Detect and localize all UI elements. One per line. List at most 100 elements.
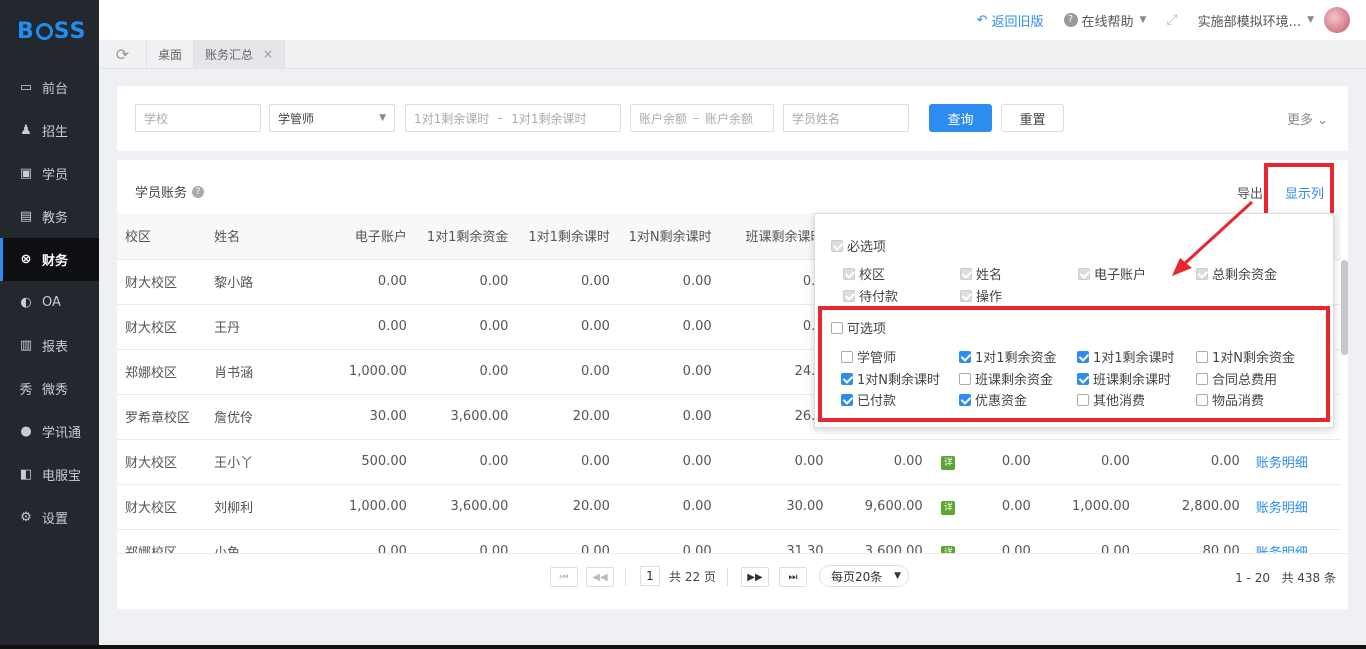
table-row[interactable]: 财大校区 刘柳利 1,000.00 3,600.00 20.00 0.00 30.00 9,6…: [117, 484, 1341, 530]
cell-badge: 详: [930, 484, 967, 530]
annotation-arrow: [1172, 200, 1254, 276]
sidebar-item-settings[interactable]: ⚙ 设置: [0, 496, 99, 539]
page-size-select[interactable]: 每页20条 ▼: [819, 565, 909, 587]
cell-campus: 罗希章校区: [117, 394, 207, 440]
table-row[interactable]: 财大校区 王小丫 500.00 0.00 0.00 0.00 0.00 0.00 详 0.00 0.…: [117, 439, 1341, 485]
first-page-button[interactable]: ⏮: [550, 567, 578, 587]
cell-o2o-hours: 0.00: [516, 304, 618, 350]
fullscreen-button[interactable]: ⤢: [1166, 12, 1177, 28]
cell-o2n-hours: 0.00: [617, 484, 720, 530]
refresh-icon[interactable]: ⟳: [99, 40, 147, 68]
col-o2o-funds[interactable]: 1对1剩余资金: [414, 213, 517, 260]
cell-o2o-funds: 0.00: [414, 439, 517, 485]
cell-ewallet: 500.00: [292, 439, 415, 485]
sidebar-item-frontdesk[interactable]: ▭ 前台: [0, 66, 99, 109]
col-campus[interactable]: 校区: [117, 213, 207, 260]
cell-ewallet: 1,000.00: [292, 349, 415, 395]
sidebar-item-recruit[interactable]: ♟ 招生: [0, 109, 99, 152]
cell-name: 肖书涵: [206, 349, 293, 395]
col-o2o-hours[interactable]: 1对1剩余课时: [516, 213, 618, 260]
cell-campus: 财大校区: [117, 259, 207, 305]
school-input[interactable]: 学校: [135, 104, 261, 132]
cell-c10: 0.00: [966, 484, 1039, 530]
student-name-input[interactable]: 学员姓名: [783, 104, 909, 132]
prev-page-icon: ◀◀: [592, 571, 608, 583]
detail-badge-icon[interactable]: 详: [941, 500, 956, 515]
avatar[interactable]: [1324, 7, 1350, 33]
oa-icon: ◐: [20, 295, 32, 310]
cell-o2o-funds: 0.00: [414, 349, 517, 395]
sidebar-item-xuexuntong[interactable]: ● 学讯通: [0, 410, 99, 453]
account-detail-link[interactable]: 账务明细: [1256, 456, 1308, 471]
next-page-button[interactable]: ▶▶: [741, 567, 769, 587]
user-menu[interactable]: 实施部模拟环境... ▼: [1198, 7, 1350, 33]
sidebar-item-finance[interactable]: ⊗ 财务: [0, 238, 99, 281]
cell-c8: 9,600.00: [831, 484, 931, 530]
cell-o2n-hours: 0.00: [617, 304, 720, 350]
tab-desktop[interactable]: 桌面: [147, 40, 195, 68]
cell-o2n-hours: 0.00: [617, 439, 720, 485]
sidebar-item-academic[interactable]: ▤ 教务: [0, 195, 99, 238]
panel-title: 学员账务?: [135, 182, 205, 201]
sidebar-item-weixiu[interactable]: 秀微秀: [0, 367, 99, 410]
col-name[interactable]: 姓名: [206, 213, 293, 260]
cell-detail: 账务明细: [1247, 484, 1341, 530]
tab-account-summary[interactable]: 账务汇总 ×: [194, 40, 286, 68]
last-page-button[interactable]: ⏭: [779, 567, 807, 587]
cell-o2n-hours: 0.00: [617, 394, 720, 440]
help-icon[interactable]: ?: [192, 185, 205, 198]
prev-page-button[interactable]: ◀◀: [586, 567, 614, 587]
gear-icon: ⚙: [20, 510, 32, 525]
query-button[interactable]: 查询: [929, 104, 992, 132]
weixiu-icon: 秀: [19, 383, 33, 398]
cell-ewallet: 1,000.00: [292, 484, 415, 530]
sidebar-item-reports[interactable]: ▥ 报表: [0, 324, 99, 367]
checkbox: [843, 268, 855, 280]
cell-c10: 0.00: [966, 439, 1039, 485]
back-old-version-link[interactable]: ↶ 返回旧版: [977, 11, 1044, 30]
required-column-option: 电子账户: [1078, 264, 1146, 283]
cell-c8: 0.00: [831, 439, 931, 485]
cell-name: 王丹: [206, 304, 293, 350]
cell-c11: 1,000.00: [1038, 484, 1138, 530]
manager-select[interactable]: 学管师 ▼: [269, 104, 395, 132]
close-icon[interactable]: ×: [263, 47, 273, 61]
cell-campus: 郑娜校区: [117, 349, 207, 395]
recruit-icon: ♟: [20, 123, 32, 138]
chevron-down-icon: ▼: [894, 571, 901, 581]
cell-class-hours: 0.00: [719, 439, 832, 485]
vertical-scrollbar[interactable]: [1341, 260, 1348, 355]
required-column-option: 待付款: [843, 286, 898, 305]
reset-button[interactable]: 重置: [1001, 104, 1064, 132]
sidebar-item-oa[interactable]: ◐ OA: [0, 281, 99, 324]
detail-badge-icon[interactable]: 详: [941, 455, 956, 470]
pagination: ⏮ ◀◀ 1 共 22 页 ▶▶ ⏭ 每页20条 ▼ 1 - 20 共 438 条: [117, 553, 1348, 609]
cell-badge: 详: [930, 439, 967, 485]
cell-campus: 财大校区: [117, 484, 207, 530]
checkbox: [960, 268, 972, 280]
one2one-hours-range[interactable]: 1对1剩余课时 – 1对1剩余课时: [405, 104, 621, 132]
online-help-menu[interactable]: ? 在线帮助 ▼: [1063, 11, 1147, 30]
help-icon: ?: [1063, 13, 1078, 27]
cell-name: 刘柳利: [206, 484, 293, 530]
sidebar-item-student[interactable]: ▣ 学员: [0, 152, 99, 195]
cell-ewallet: 0.00: [292, 304, 415, 350]
chevron-down-icon: ▼: [1139, 15, 1147, 25]
cell-o2o-hours: 0.00: [516, 349, 618, 395]
balance-range[interactable]: 账户余额 – 账户余额: [630, 104, 774, 132]
cell-o2n-hours: 0.00: [617, 259, 720, 305]
account-detail-link[interactable]: 账务明细: [1256, 501, 1308, 516]
cell-o2o-funds: 0.00: [414, 304, 517, 350]
cell-ewallet: 0.00: [292, 259, 415, 305]
sidebar-item-dianfubao[interactable]: ◧ 电服宝: [0, 453, 99, 496]
cell-o2o-hours: 20.00: [516, 394, 618, 440]
cell-c11: 0.00: [1038, 439, 1138, 485]
cell-o2o-hours: 0.00: [516, 439, 618, 485]
page-number-input[interactable]: 1: [640, 566, 660, 586]
record-count: 1 - 20 共 438 条: [1235, 571, 1336, 585]
cell-o2o-funds: 3,600.00: [414, 484, 517, 530]
more-filters-toggle[interactable]: 更多 ⌄: [1287, 109, 1328, 128]
col-ewallet[interactable]: 电子账户: [292, 213, 415, 260]
col-o2n-hours[interactable]: 1对N剩余课时: [617, 213, 720, 260]
cell-class-hours: 30.00: [719, 484, 832, 530]
